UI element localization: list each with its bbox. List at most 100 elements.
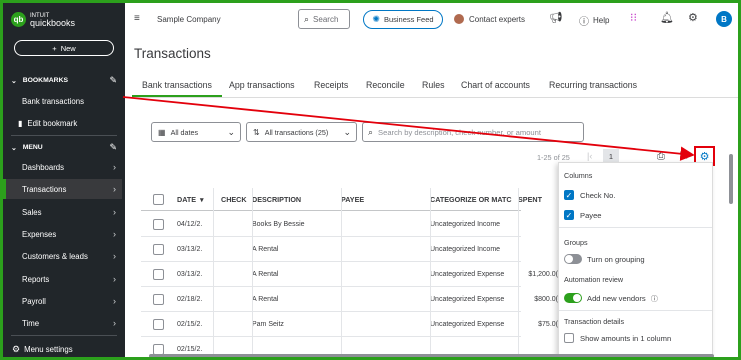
active-tab-indicator [132, 95, 222, 97]
tab-reconcile[interactable]: Reconcile [366, 80, 405, 90]
plus-icon: + [52, 43, 57, 53]
gear-icon: ⚙ [12, 343, 21, 354]
date-cell: 02/15/2. [177, 321, 203, 328]
tab-chart-of-accounts[interactable]: Chart of accounts [461, 80, 530, 90]
row-checkbox[interactable] [153, 244, 164, 255]
sidebar-item-transactions[interactable]: Transactions › [3, 179, 122, 199]
logo-big-text: quickbooks [30, 17, 76, 28]
category-cell: Uncategorized Income [430, 246, 501, 253]
tab-recurring-transactions[interactable]: Recurring transactions [549, 80, 637, 90]
column-header-categorize[interactable]: CATEGORIZE OR MATC [430, 188, 518, 210]
sidebar-item-reports[interactable]: Reports › [3, 269, 122, 289]
tab-app-transactions[interactable]: App transactions [229, 80, 295, 90]
row-checkbox[interactable] [153, 294, 164, 305]
column-header-check[interactable]: CHECK [221, 188, 247, 210]
sidebar-item-label: Transactions [22, 184, 67, 194]
horizontal-scrollbar[interactable] [149, 354, 714, 357]
category-cell: Uncategorized Income [430, 221, 501, 228]
calendar-icon: ▦ [158, 127, 166, 137]
apps-icon[interactable]: ⁝⁝ [630, 11, 637, 24]
search-button[interactable]: ⌕ Search [298, 9, 350, 29]
table-row[interactable]: 03/13/2. A Rental Uncategorized Expense $1,… [141, 262, 558, 287]
collapse-menu-icon[interactable]: ≡ [134, 13, 140, 24]
select-all-checkbox[interactable] [153, 193, 164, 205]
date-cell: 03/13/2. [177, 246, 203, 253]
bell-icon[interactable]: 🔔︎ [660, 11, 674, 24]
help-button[interactable]: ⓘ Help [579, 13, 609, 28]
menu-header[interactable]: ⌄ MENU ✎ [11, 142, 117, 153]
row-checkbox-cell [153, 212, 164, 237]
chevron-right-icon: › [113, 251, 116, 261]
details-heading: Transaction details [564, 317, 625, 326]
row-checkbox[interactable] [153, 319, 164, 330]
avatar[interactable]: B [716, 11, 732, 27]
description-cell: A Rental [252, 246, 279, 253]
groups-heading: Groups [564, 238, 588, 247]
edit-bookmark-label: Edit bookmark [27, 118, 78, 128]
row-checkbox[interactable] [153, 269, 164, 280]
date-filter[interactable]: ▦ All dates ⌄ [151, 122, 241, 142]
new-button[interactable]: + New [14, 40, 114, 56]
payee-checkbox[interactable]: ✓ [564, 210, 574, 220]
chevron-right-icon: › [113, 274, 116, 284]
first-page-icon[interactable]: |‹ [587, 151, 592, 161]
quickbooks-logo[interactable]: qb INTUIT quickbooks [11, 12, 75, 27]
app-frame: qb INTUIT quickbooks + New ⌄ BOOKMARKS ✎… [0, 0, 741, 360]
company-name[interactable]: Sample Company [157, 15, 221, 24]
spent-cell [518, 212, 558, 237]
show-amounts-checkbox[interactable] [564, 333, 574, 343]
megaphone-icon[interactable]: 📢︎ [549, 11, 563, 24]
add-new-vendors-toggle[interactable] [564, 293, 582, 303]
sidebar-item-label: Payroll [22, 296, 46, 306]
tab-bank-transactions[interactable]: Bank transactions [142, 80, 212, 90]
filter-icon: ⇅ [253, 127, 260, 137]
column-header-payee[interactable]: PAYEE [341, 188, 421, 210]
description-cell: A Rental [252, 271, 279, 278]
sidebar-item-sales[interactable]: Sales › [3, 202, 122, 222]
transaction-search-input[interactable]: ⌕ Search by description, check number, o… [362, 122, 584, 142]
bookmark-bank-transactions[interactable]: Bank transactions [3, 91, 122, 111]
pencil-icon[interactable]: ✎ [109, 75, 117, 86]
sidebar-item-payroll[interactable]: Payroll › [3, 291, 122, 311]
date-cell: 04/12/2. [177, 221, 203, 228]
grouping-label: Turn on grouping [587, 255, 645, 264]
automation-heading: Automation review [564, 275, 624, 284]
expert-avatar-icon [454, 14, 464, 24]
transactions-filter[interactable]: ⇅ All transactions (25) ⌄ [246, 122, 357, 142]
column-header-spent[interactable]: SPENT [518, 188, 558, 210]
column-header-description[interactable]: DESCRIPTION [252, 188, 332, 210]
table-row[interactable]: 04/12/2. Books By Bessie Uncategorized Inc… [141, 212, 521, 237]
gear-icon[interactable]: ⚙ [688, 11, 698, 24]
sidebar-item-customers-leads[interactable]: Customers & leads › [3, 246, 122, 266]
show-amounts-label: Show amounts in 1 column [580, 334, 672, 343]
row-checkbox[interactable] [153, 219, 164, 230]
menu-settings[interactable]: ⚙ Menu settings [3, 339, 122, 357]
date-filter-label: All dates [170, 127, 199, 137]
bookmarks-header[interactable]: ⌄ BOOKMARKS ✎ [11, 75, 117, 86]
check-no-checkbox[interactable]: ✓ [564, 190, 574, 200]
grouping-toggle[interactable] [564, 254, 582, 264]
vertical-scrollbar[interactable] [729, 154, 733, 204]
business-feed-label: Business Feed [383, 15, 434, 24]
tab-receipts[interactable]: Receipts [314, 80, 348, 90]
category-cell: Uncategorized Expense [430, 296, 505, 303]
pencil-icon[interactable]: ✎ [109, 142, 117, 153]
column-divider [518, 188, 519, 357]
bookmark-label: Bank transactions [22, 96, 84, 106]
sidebar-item-expenses[interactable]: Expenses › [3, 224, 122, 244]
contact-experts-button[interactable]: Contact experts [454, 14, 525, 24]
search-icon: ⌕ [304, 13, 310, 24]
sidebar-item-dashboards[interactable]: Dashboards › [3, 157, 122, 177]
info-icon[interactable]: ⓘ [651, 296, 658, 303]
select-all-cell [153, 188, 167, 210]
table-row[interactable]: 03/13/2. A Rental Uncategorized Income [141, 237, 521, 262]
table-row[interactable]: 02/15/2. Pam Seitz Uncategorized Expense $7… [141, 312, 558, 337]
edit-bookmark[interactable]: ▮ Edit bookmark [3, 113, 122, 133]
table-row[interactable]: 02/18/2. A Rental Uncategorized Expense $80… [141, 287, 558, 312]
business-feed-button[interactable]: ✺ Business Feed [363, 10, 443, 29]
tab-rules[interactable]: Rules [422, 80, 445, 90]
sidebar-item-time[interactable]: Time › [3, 313, 122, 333]
pager-range: 1-25 of 25 [537, 153, 570, 162]
sidebar-item-label: Reports [22, 274, 50, 284]
search-placeholder: Search by description, check number, or … [378, 127, 541, 137]
